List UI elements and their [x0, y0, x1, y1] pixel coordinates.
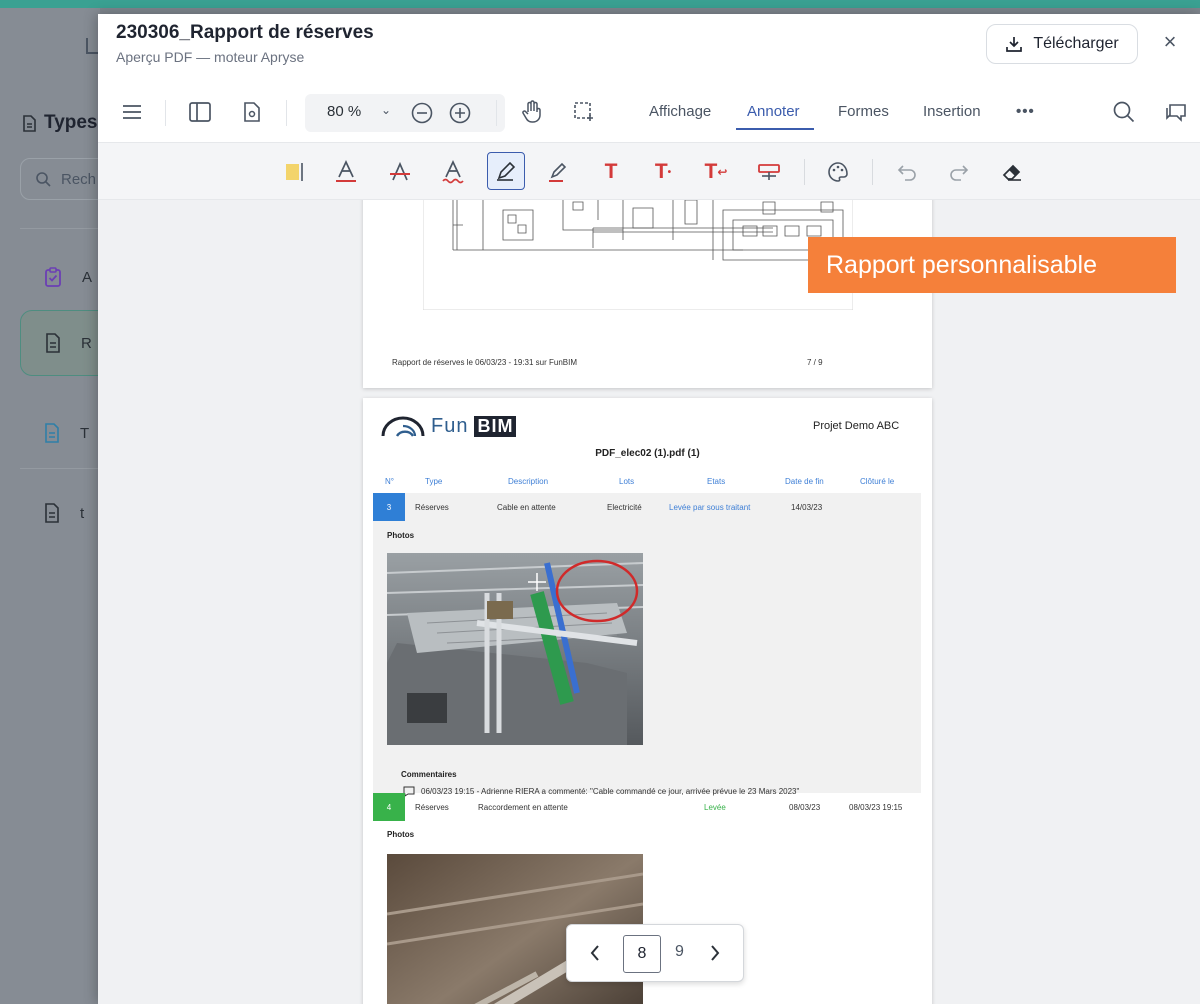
divider [496, 100, 497, 126]
comments-label: Commentaires [401, 770, 457, 779]
sidebar-panel-icon[interactable] [186, 98, 214, 126]
text-replace-icon[interactable]: T ↩ [700, 157, 732, 187]
list-item[interactable]: T [20, 400, 110, 466]
table-row: 4 Réserves Raccordement en attente Levée… [373, 793, 921, 821]
document-icon [45, 503, 59, 523]
clipboard-check-icon [45, 267, 61, 287]
divider [20, 468, 100, 469]
download-icon [1006, 37, 1023, 52]
zoom-in-icon[interactable] [449, 102, 471, 124]
column-header: Clôturé le [860, 477, 895, 486]
section-title: Types [22, 112, 98, 134]
download-button[interactable]: Télécharger [986, 24, 1138, 64]
divider [165, 100, 166, 126]
row-number: 4 [373, 793, 405, 821]
project-name: Projet Demo ABC [813, 420, 900, 432]
search-input[interactable]: Rech [20, 158, 110, 200]
divider [804, 159, 805, 185]
background-app: Types Rech A R T t [0, 8, 110, 1004]
text-insert-icon[interactable]: T • [647, 157, 679, 187]
list-item[interactable]: A [20, 244, 110, 310]
row-number: 3 [373, 493, 405, 521]
callout-icon[interactable] [753, 157, 785, 187]
photos-label: Photos [387, 531, 415, 540]
chevron-left-icon[interactable] [583, 941, 607, 965]
sticky-note-icon[interactable] [278, 157, 310, 187]
document-viewer[interactable]: Rapport de réserves le 06/03/23 - 19:31 … [98, 200, 1200, 1004]
document-icon [23, 114, 36, 132]
undo-icon[interactable] [891, 157, 923, 187]
pan-hand-icon[interactable] [518, 98, 546, 126]
column-header: Description [508, 477, 549, 486]
pdf-page-8: Fun BIM Projet Demo ABC PDF_elec02 (1).p… [363, 398, 932, 1004]
close-button[interactable]: × [1156, 28, 1184, 56]
tab-annoter[interactable]: Annoter [747, 103, 800, 120]
chevron-right-icon[interactable] [703, 941, 727, 965]
site-photo [387, 553, 643, 745]
document-icon [45, 423, 59, 443]
funbim-logo: Fun BIM [381, 414, 517, 438]
more-options-icon[interactable]: ••• [1016, 103, 1035, 120]
column-header: Etats [707, 477, 726, 486]
column-header: Date de fin [785, 477, 824, 486]
zoom-level[interactable]: 80 % [327, 103, 361, 120]
select-area-icon[interactable] [570, 98, 598, 126]
pdf-page-7: Rapport de réserves le 06/03/23 - 19:31 … [363, 200, 932, 388]
zoom-out-icon[interactable] [411, 102, 433, 124]
highlight-pen-icon[interactable] [542, 157, 574, 187]
list-item-selected[interactable]: R [20, 310, 110, 376]
modal-title: 230306_Rapport de réserves [116, 22, 374, 43]
freehand-icon[interactable] [487, 152, 525, 190]
redo-icon[interactable] [943, 157, 975, 187]
document-icon [46, 333, 60, 353]
modal-header: 230306_Rapport de réserves Aperçu PDF — … [98, 14, 1200, 82]
underline-icon[interactable] [330, 157, 362, 187]
active-tab-indicator [736, 128, 814, 130]
search-icon[interactable] [1110, 98, 1138, 126]
tab-affichage[interactable]: Affichage [649, 103, 711, 120]
divider [20, 228, 100, 229]
list-item[interactable]: t [20, 480, 110, 546]
column-header: Lots [619, 477, 635, 486]
squiggly-icon[interactable] [437, 157, 469, 187]
page-navigation: 8 9 [566, 924, 744, 982]
download-label: Télécharger [1033, 35, 1119, 52]
free-text-icon[interactable]: T [595, 157, 627, 187]
pdf-preview-modal: 230306_Rapport de réserves Aperçu PDF — … [98, 14, 1200, 1004]
divider [286, 100, 287, 126]
photos-label: Photos [387, 830, 415, 839]
funbim-logo-icon [381, 416, 425, 437]
column-header: Type [425, 477, 443, 486]
chevron-down-icon[interactable]: ⌄ [381, 103, 391, 117]
custom-report-badge: Rapport personnalisable [808, 237, 1176, 293]
page-footer: Rapport de réserves le 06/03/23 - 19:31 … [392, 358, 577, 367]
comments-icon[interactable] [1162, 98, 1190, 126]
schematic-drawing [423, 200, 853, 310]
palette-icon[interactable] [822, 157, 854, 187]
annotation-toolbar: T T • T ↩ [98, 142, 1200, 200]
page-settings-icon[interactable] [238, 98, 266, 126]
tab-formes[interactable]: Formes [838, 103, 889, 120]
zoom-control: 80 % ⌄ [305, 94, 505, 132]
eraser-icon[interactable] [996, 157, 1028, 187]
tab-insertion[interactable]: Insertion [923, 103, 981, 120]
strikeout-icon[interactable] [384, 157, 416, 187]
viewer-toolbar: 80 % ⌄ Affichage Annoter Formes Insertio… [98, 84, 1200, 142]
page-number: 7 / 9 [807, 358, 823, 367]
modal-subtitle: Aperçu PDF — moteur Apryse [116, 49, 305, 65]
total-pages: 9 [675, 943, 684, 960]
current-page-input[interactable]: 8 [623, 935, 661, 973]
search-icon [36, 172, 51, 187]
column-header: N° [385, 477, 394, 486]
pdf-name: PDF_elec02 (1).pdf (1) [595, 448, 700, 459]
app-top-bar [0, 0, 1200, 8]
table-row: 3 Réserves Cable en attente Electricité … [373, 493, 921, 521]
divider [872, 159, 873, 185]
menu-icon[interactable] [118, 98, 146, 126]
